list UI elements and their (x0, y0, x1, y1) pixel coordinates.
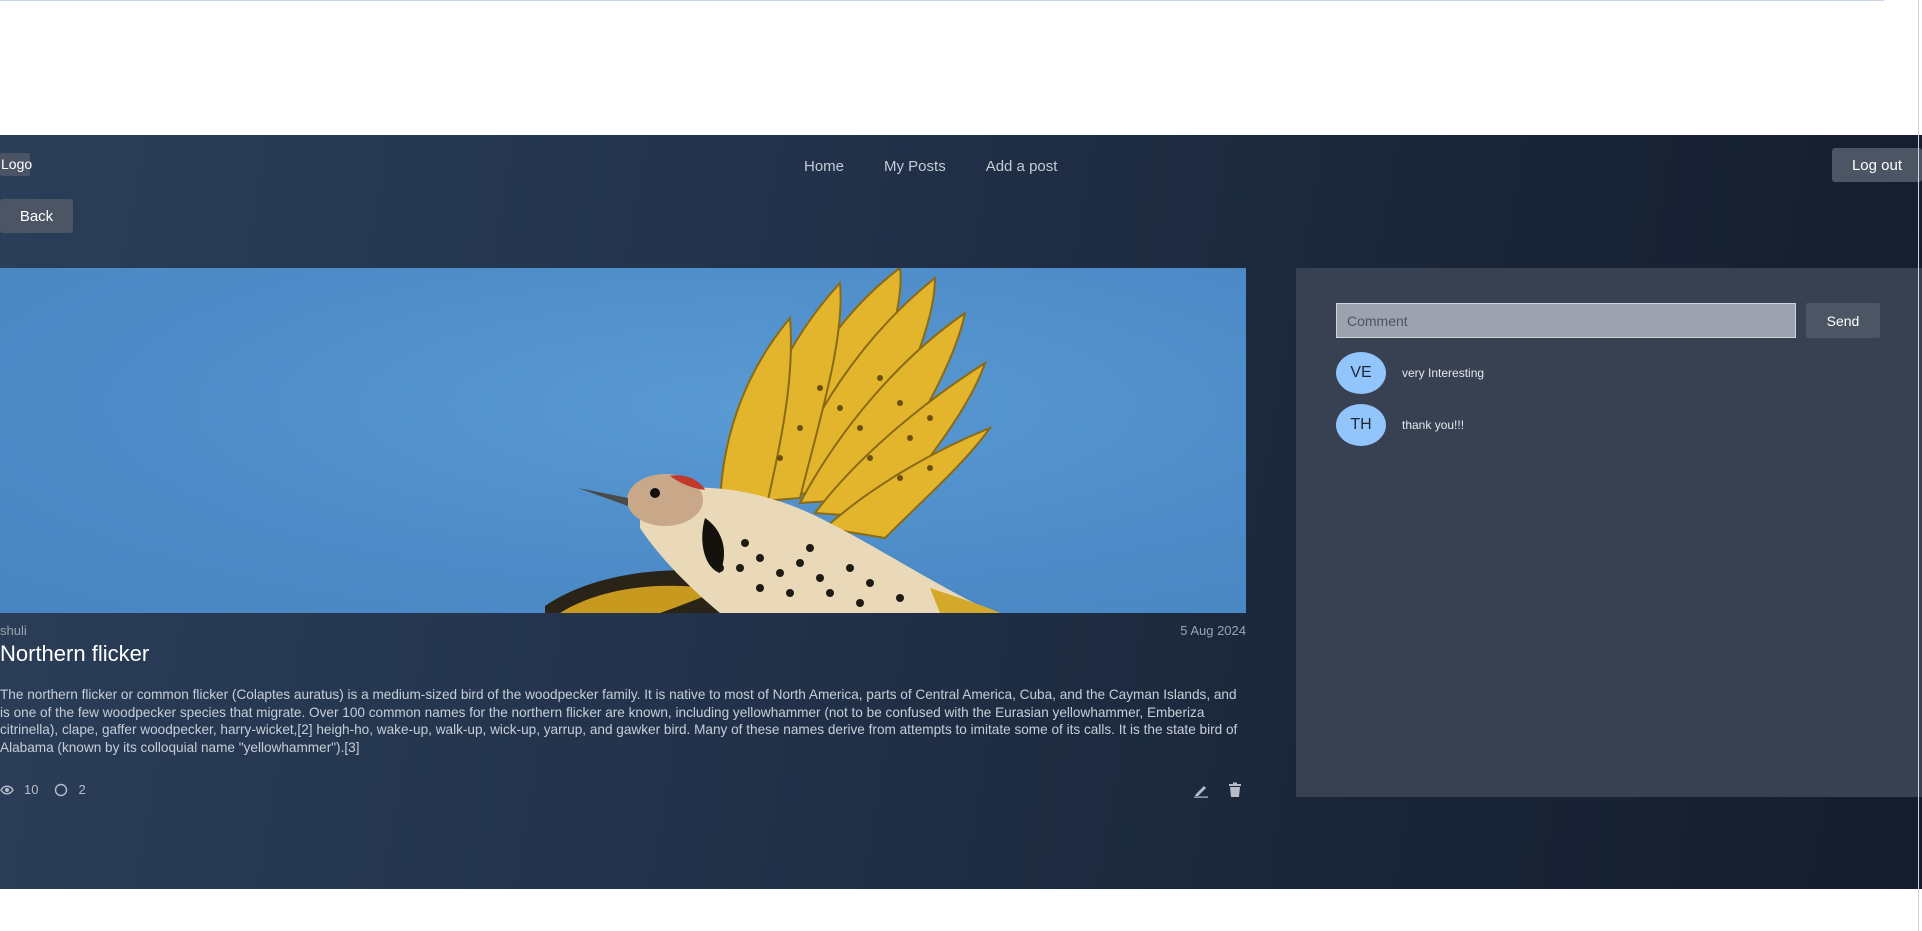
post-actions (1192, 781, 1244, 799)
comments-count: 2 (78, 782, 86, 797)
avatar: VE (1336, 352, 1386, 394)
window-edge (1918, 0, 1919, 931)
post-stats: 10 2 (0, 782, 102, 797)
comments-panel: Send VE very Interesting TH thank you!!! (1296, 268, 1922, 797)
post-author: shuli (0, 623, 27, 638)
comment-item: TH thank you!!! (1336, 404, 1464, 446)
post-image (0, 268, 1246, 613)
logout-button[interactable]: Log out (1832, 148, 1922, 182)
app-container: Logo Home My Posts Add a post Log out Ba… (0, 135, 1922, 889)
comment-item: VE very Interesting (1336, 352, 1484, 394)
post-date: 5 Aug 2024 (1180, 623, 1246, 638)
nav-add-post[interactable]: Add a post (986, 157, 1058, 177)
nav-home[interactable]: Home (804, 157, 844, 177)
main-nav: Home My Posts Add a post (804, 157, 1057, 177)
eye-icon (0, 783, 14, 797)
back-button[interactable]: Back (0, 199, 73, 233)
nav-my-posts[interactable]: My Posts (884, 157, 946, 177)
comment-bubble-icon (54, 783, 68, 797)
send-button[interactable]: Send (1806, 303, 1880, 338)
post-title: Northern flicker (0, 641, 150, 666)
trash-icon[interactable] (1226, 781, 1244, 799)
edit-pencil-icon[interactable] (1192, 781, 1210, 799)
northern-flicker-illustration (545, 268, 1000, 613)
top-divider (0, 0, 1884, 1)
top-blank-area (0, 0, 1922, 135)
comment-input[interactable] (1336, 303, 1796, 338)
bottom-blank-area (0, 889, 1922, 931)
logo[interactable]: Logo (0, 153, 32, 176)
avatar: TH (1336, 404, 1386, 446)
views-count: 10 (24, 782, 39, 797)
post-body: The northern flicker or common flicker (… (0, 687, 1238, 755)
comment-text: thank you!!! (1402, 418, 1465, 432)
comment-text: very Interesting (1402, 366, 1485, 380)
